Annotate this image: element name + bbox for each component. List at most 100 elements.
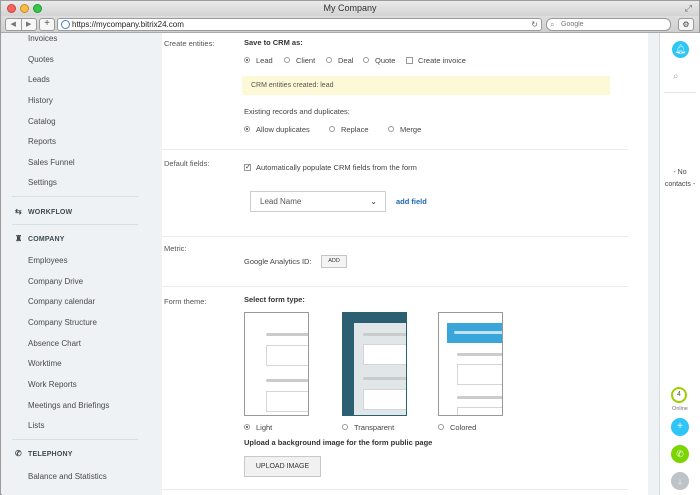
- sidebar-item-balance-statistics[interactable]: Balance and Statistics: [28, 472, 107, 481]
- theme-colored-preview[interactable]: [438, 312, 503, 416]
- create-invoice-label: Create invoice: [418, 56, 466, 65]
- search-icon: ⌕: [550, 20, 555, 29]
- preview-field: [266, 345, 308, 366]
- download-icon[interactable]: ↓: [671, 472, 689, 490]
- preview-bar: [266, 379, 308, 382]
- fullscreen-icon[interactable]: ⤢: [685, 3, 692, 14]
- sidebar-section-company[interactable]: ♜ COMPANY: [15, 234, 65, 243]
- form-theme-label: Form theme:: [164, 297, 207, 306]
- sidebar-section-label: TELEPHONY: [28, 451, 73, 458]
- sidebar-item-lists[interactable]: Lists: [28, 421, 44, 430]
- field-select-value: Lead Name: [260, 197, 302, 206]
- sidebar-item-absence-chart[interactable]: Absence Chart: [28, 339, 81, 348]
- browser-settings-icon[interactable]: ⚙: [678, 18, 694, 31]
- radio-replace[interactable]: [329, 126, 335, 132]
- upload-background-heading: Upload a background image for the form p…: [244, 438, 433, 447]
- forward-button[interactable]: ▶: [22, 19, 37, 30]
- section-divider: [162, 489, 628, 490]
- notifications-bell-icon[interactable]: 🔔︎: [672, 41, 689, 58]
- sidebar-section-telephony[interactable]: ✆ TELEPHONY: [15, 449, 73, 458]
- google-analytics-label: Google Analytics ID:: [244, 257, 312, 266]
- radio-theme-colored[interactable]: [438, 424, 444, 430]
- radio-lead[interactable]: [244, 57, 250, 63]
- panel-divider: [664, 92, 696, 93]
- duplicates-label: Existing records and duplicates:: [244, 107, 350, 116]
- save-to-crm-heading: Save to CRM as:: [244, 38, 303, 47]
- online-label: Online: [672, 406, 688, 412]
- sidebar-item-meetings-briefings[interactable]: Meetings and Briefings: [28, 401, 109, 410]
- browser-window: My Company ⤢ ◀ ▶ + https://mycompany.bit…: [0, 0, 700, 495]
- sidebar-item-catalog[interactable]: Catalog: [28, 117, 56, 126]
- radio-allow-duplicates[interactable]: [244, 126, 250, 132]
- radio-client[interactable]: [284, 57, 290, 63]
- content-gutter: [142, 33, 162, 495]
- preview-bar: [363, 377, 406, 380]
- theme-light-preview[interactable]: [244, 312, 309, 416]
- sidebar-item-invoices[interactable]: Invoices: [28, 34, 57, 43]
- field-select[interactable]: Lead Name ⌄: [250, 191, 386, 212]
- workflow-icon: ⇆: [15, 207, 22, 216]
- sidebar-divider: [12, 196, 138, 197]
- select-form-type-heading: Select form type:: [244, 295, 305, 304]
- sidebar-item-reports[interactable]: Reports: [28, 137, 56, 146]
- preview-bar: [363, 333, 406, 336]
- search-input[interactable]: [561, 19, 661, 30]
- back-button[interactable]: ◀: [6, 19, 22, 30]
- preview-bar: [454, 331, 502, 334]
- sidebar-item-settings[interactable]: Settings: [28, 178, 57, 187]
- crm-entities-notice: CRM entities created: lead: [242, 76, 610, 95]
- upload-image-button[interactable]: UPLOAD IMAGE: [244, 456, 321, 477]
- sidebar-item-quotes[interactable]: Quotes: [28, 55, 54, 64]
- add-field-link[interactable]: add field: [396, 197, 427, 206]
- online-count-badge[interactable]: 4: [671, 387, 687, 403]
- section-divider: [162, 286, 628, 287]
- sidebar-item-company-calendar[interactable]: Company calendar: [28, 297, 95, 306]
- right-panel: 🔔︎ ⌕ - No contacts - 4 Online + ✆ ↓: [659, 33, 700, 495]
- sidebar-item-employees[interactable]: Employees: [28, 256, 68, 265]
- radio-theme-light-label: Light: [256, 423, 273, 432]
- address-bar[interactable]: https://mycompany.bitrix24.com ↻: [57, 18, 542, 31]
- radio-quote[interactable]: [363, 57, 369, 63]
- sidebar-section-workflow[interactable]: ⇆ WORKFLOW: [15, 207, 72, 216]
- content-gutter: [648, 33, 659, 495]
- radio-merge[interactable]: [388, 126, 394, 132]
- sidebar-item-company-structure[interactable]: Company Structure: [28, 318, 97, 327]
- preview-bar: [457, 353, 502, 356]
- add-icon[interactable]: +: [671, 418, 689, 436]
- reload-icon[interactable]: ↻: [531, 19, 538, 30]
- phone-icon: ✆: [15, 449, 22, 458]
- title-bar: My Company ⤢: [1, 1, 699, 17]
- radio-client-label: Client: [296, 56, 316, 65]
- sidebar-item-sales-funnel[interactable]: Sales Funnel: [28, 158, 75, 167]
- auto-populate-checkbox[interactable]: ✓: [244, 164, 251, 171]
- sidebar-item-work-reports[interactable]: Work Reports: [28, 380, 77, 389]
- preview-field: [457, 364, 502, 385]
- phone-call-icon[interactable]: ✆: [671, 445, 689, 463]
- sidebar-item-worktime[interactable]: Worktime: [28, 359, 62, 368]
- radio-theme-light[interactable]: [244, 424, 250, 430]
- preview-bar: [457, 396, 502, 399]
- form-settings-panel: Create entities: Save to CRM as: Lead Cl…: [162, 33, 648, 495]
- add-analytics-button[interactable]: ADD: [321, 255, 347, 268]
- radio-deal[interactable]: [326, 57, 332, 63]
- radio-theme-colored-label: Colored: [450, 423, 477, 432]
- auto-populate-label: Automatically populate CRM fields from t…: [256, 163, 417, 172]
- preview-field: [363, 389, 406, 410]
- radio-merge-label: Merge: [400, 125, 422, 134]
- radio-quote-label: Quote: [375, 56, 396, 65]
- contacts-search-icon[interactable]: ⌕: [673, 71, 679, 82]
- search-bar[interactable]: ⌕: [546, 18, 671, 31]
- chevron-down-icon: ⌄: [370, 197, 377, 206]
- theme-transparent-preview[interactable]: [342, 312, 407, 416]
- radio-theme-transparent-label: Transparent: [354, 423, 395, 432]
- radio-deal-label: Deal: [338, 56, 354, 65]
- sidebar-item-company-drive[interactable]: Company Drive: [28, 277, 83, 286]
- sidebar-item-leads[interactable]: Leads: [28, 75, 50, 84]
- radio-theme-transparent[interactable]: [342, 424, 348, 430]
- history-nav: ◀ ▶: [5, 18, 37, 31]
- preview-bar: [266, 333, 308, 336]
- create-invoice-checkbox[interactable]: [406, 57, 413, 64]
- new-tab-button[interactable]: +: [39, 18, 55, 31]
- radio-replace-label: Replace: [341, 125, 369, 134]
- sidebar-item-history[interactable]: History: [28, 96, 53, 105]
